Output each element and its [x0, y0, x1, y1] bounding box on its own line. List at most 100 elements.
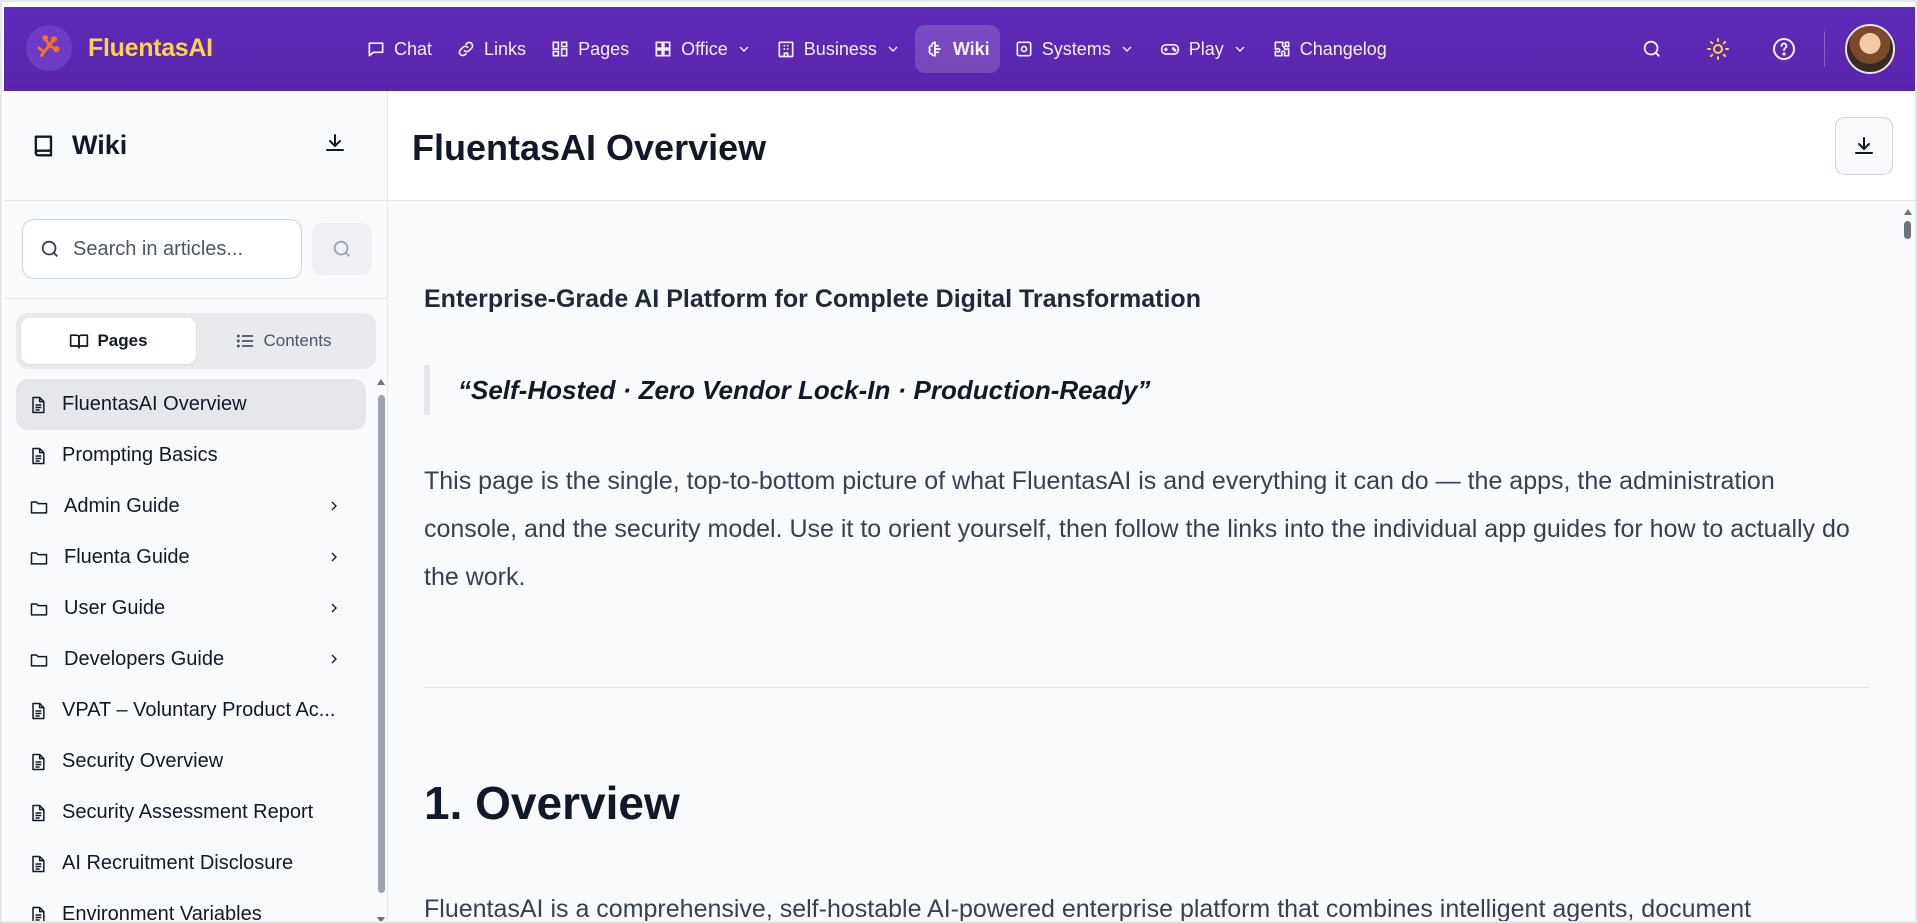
folder-icon	[30, 602, 48, 616]
tab-label: Contents	[263, 331, 332, 350]
document-icon	[32, 396, 45, 413]
search-icon	[41, 240, 58, 257]
folder-icon	[30, 551, 48, 565]
brand[interactable]: FluentasAI	[26, 25, 213, 71]
list-item-page[interactable]: Security Overview	[16, 736, 366, 787]
intro-paragraph: This page is the single, top-to-bottom p…	[424, 467, 1850, 591]
tab-pages[interactable]: Pages	[21, 318, 196, 364]
nav-item-systems[interactable]: Systems	[1004, 25, 1145, 73]
nav-item-office[interactable]: Office	[643, 25, 762, 73]
link-icon	[458, 41, 474, 57]
article-scrollbar[interactable]	[1903, 209, 1913, 239]
nav-item-play[interactable]: Play	[1149, 25, 1258, 73]
section-paragraph: FluentasAI is a comprehensive, self-host…	[424, 895, 1752, 923]
list-item-label: Admin Guide	[64, 495, 180, 517]
list-item-folder[interactable]: Fluenta Guide	[16, 532, 366, 583]
building-icon	[778, 41, 794, 58]
nav-item-label: Office	[681, 38, 728, 59]
chevron-right-icon[interactable]	[326, 600, 342, 616]
sidebar-scrollbar[interactable]	[376, 373, 386, 921]
section-divider	[424, 687, 1869, 688]
list-item-page[interactable]: VPAT – Voluntary Product Ac...	[16, 685, 366, 736]
download-icon	[326, 134, 344, 151]
scroll-down-arrow-icon[interactable]	[377, 917, 385, 921]
divider	[1824, 31, 1825, 67]
nav-item-changelog[interactable]: Changelog	[1262, 25, 1397, 73]
nav-item-label: Links	[484, 38, 527, 59]
systems-icon	[1016, 41, 1032, 57]
page-title: FluentasAI Overview	[412, 127, 767, 168]
pages-icon	[552, 41, 568, 57]
nav-item-chat[interactable]: Chat	[356, 25, 442, 73]
list-item-page[interactable]: Prompting Basics	[16, 430, 366, 481]
document-icon	[32, 855, 45, 872]
document-icon	[32, 447, 45, 464]
article-search-input[interactable]	[73, 237, 293, 261]
app-window: FluentasAI Chat Links Pages Office Busin…	[0, 0, 1917, 923]
list-item-page[interactable]: Security Assessment Report	[16, 787, 366, 838]
sidebar-title: Wiki	[72, 130, 128, 160]
top-navigation-bar: FluentasAI Chat Links Pages Office Busin…	[4, 7, 1915, 91]
grid-icon	[655, 41, 671, 57]
chevron-right-icon[interactable]	[326, 498, 342, 514]
list-item-label: FluentasAI Overview	[62, 393, 247, 415]
document-icon	[32, 906, 45, 921]
list-item-page[interactable]: AI Recruitment Disclosure	[16, 838, 366, 889]
scroll-up-arrow-icon[interactable]	[1904, 209, 1912, 215]
list-item-label: Security Overview	[62, 750, 224, 772]
list-item-label: AI Recruitment Disclosure	[62, 852, 294, 874]
scrollbar-thumb[interactable]	[1904, 221, 1911, 239]
sidebar-header: Wiki	[4, 91, 387, 201]
nav-item-business[interactable]: Business	[766, 25, 911, 73]
list-item-label: Environment Variables	[62, 903, 262, 923]
scrollbar-thumb[interactable]	[378, 395, 385, 893]
article-search-field[interactable]	[22, 219, 302, 279]
folder-icon	[30, 653, 48, 667]
article-pane: FluentasAI Overview Enterprise-Grade AI …	[388, 91, 1915, 923]
list-item-label: Prompting Basics	[62, 444, 218, 466]
theme-toggle-button[interactable]	[1694, 25, 1742, 73]
list-item-page[interactable]: FluentasAI Overview	[16, 379, 366, 430]
tab-contents[interactable]: Contents	[196, 318, 371, 364]
search-icon	[1643, 40, 1660, 57]
nav-item-label: Changelog	[1299, 38, 1387, 59]
chat-bubble-icon	[368, 42, 384, 57]
document-icon	[32, 753, 45, 770]
folder-icon	[30, 500, 48, 514]
sidebar-download-button[interactable]	[323, 131, 347, 160]
book-icon	[34, 135, 53, 156]
scroll-up-arrow-icon[interactable]	[377, 379, 385, 385]
document-icon	[32, 702, 45, 719]
list-item-label: VPAT – Voluntary Product Ac...	[62, 699, 336, 721]
article-download-button[interactable]	[1835, 117, 1893, 175]
top-actions	[1610, 24, 1915, 74]
sidebar-tabs: Pages Contents	[16, 313, 376, 369]
list-item-folder[interactable]: User Guide	[16, 583, 366, 634]
chevron-right-icon[interactable]	[326, 549, 342, 565]
list-item-folder[interactable]: Developers Guide	[16, 634, 366, 685]
list-item-label: User Guide	[64, 597, 166, 619]
nav-item-wiki[interactable]: Wiki	[914, 25, 1000, 73]
list-icon	[237, 334, 254, 348]
list-item-folder[interactable]: Admin Guide	[16, 481, 366, 532]
download-icon	[1855, 137, 1873, 154]
list-item-label: Developers Guide	[64, 648, 225, 670]
chevron-down-icon	[739, 46, 749, 52]
user-avatar[interactable]	[1845, 24, 1895, 74]
tagline-quote: “Self-Hosted · Zero Vendor Lock-In · Pro…	[424, 365, 1150, 415]
sidebar-search-row	[22, 219, 372, 279]
chevron-right-icon[interactable]	[326, 651, 342, 667]
list-item-page[interactable]: Environment Variables	[16, 889, 366, 923]
chevron-down-icon	[888, 46, 898, 52]
help-button[interactable]	[1760, 25, 1808, 73]
nav-item-label: Systems	[1041, 38, 1111, 59]
brain-icon	[928, 41, 941, 57]
chevron-down-icon	[1122, 46, 1132, 52]
search-icon	[333, 240, 350, 257]
search-submit-button[interactable]	[312, 223, 372, 275]
brand-logo-icon	[26, 25, 72, 71]
search-button[interactable]	[1628, 25, 1676, 73]
nav-item-links[interactable]: Links	[446, 25, 536, 73]
nav-item-pages[interactable]: Pages	[540, 25, 639, 73]
nav-item-label: Chat	[394, 38, 433, 59]
